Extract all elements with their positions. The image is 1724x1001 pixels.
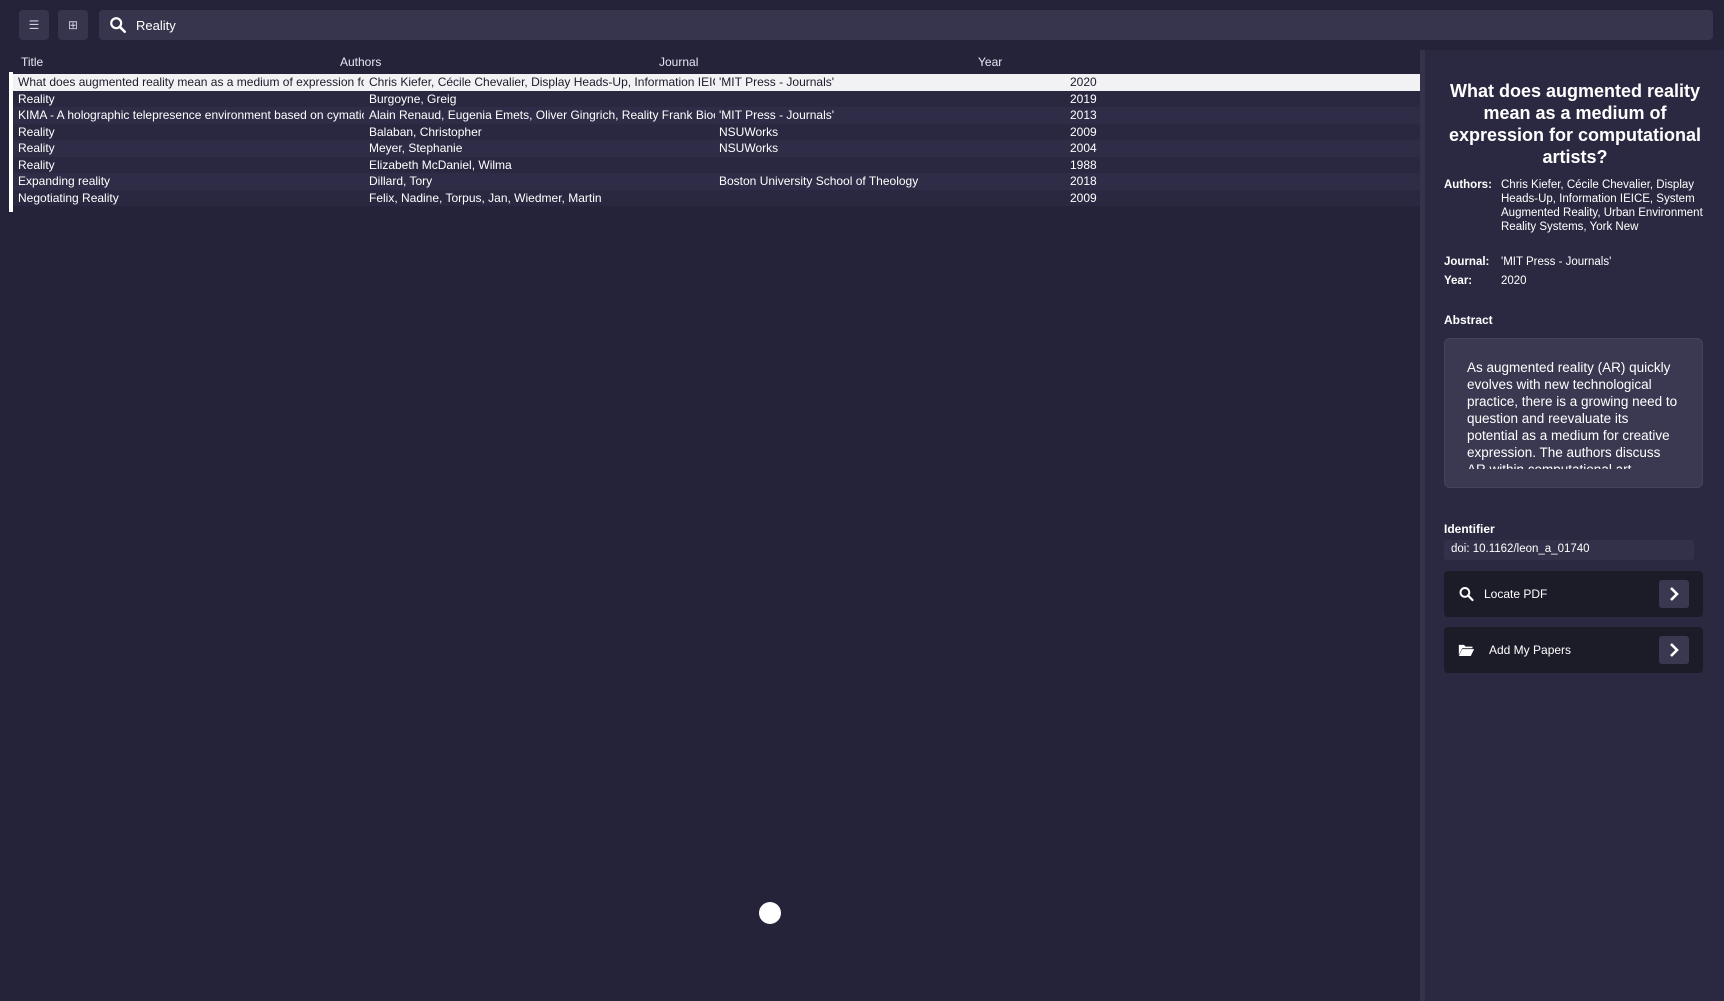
column-header-title[interactable]: Title xyxy=(21,55,43,69)
abstract-box[interactable]: As augmented reality (AR) quickly evolve… xyxy=(1444,338,1703,488)
journal-label: Journal: xyxy=(1444,256,1490,268)
cell-title: Expanding reality xyxy=(18,174,111,188)
search-icon xyxy=(110,17,127,34)
cell-authors: Balaban, Christopher xyxy=(369,124,482,139)
table-body: What does augmented reality mean as a me… xyxy=(13,74,1420,206)
column-header-journal[interactable]: Journal xyxy=(659,55,698,69)
journal-value: 'MIT Press - Journals' xyxy=(1501,256,1612,268)
identifier-label: Identifier xyxy=(1444,522,1495,536)
year-value: 2020 xyxy=(1501,275,1527,287)
chevron-right-icon[interactable] xyxy=(1659,636,1689,664)
cell-journal: NSUWorks xyxy=(719,124,779,139)
folder-open-icon xyxy=(1458,644,1475,656)
table-row[interactable]: Reality Meyer, Stephanie NSUWorks 2004 xyxy=(13,140,1420,157)
cell-year: 2013 xyxy=(1070,108,1097,122)
table-row[interactable]: Reality Balaban, Christopher NSUWorks 20… xyxy=(13,123,1420,140)
authors-label: Authors: xyxy=(1444,179,1492,191)
cell-year: 2009 xyxy=(1070,190,1097,205)
add-my-papers-label: Add My Papers xyxy=(1489,643,1572,657)
top-toolbar: ☰ ⊞ xyxy=(0,0,1724,50)
cell-title: Reality xyxy=(18,124,55,139)
cell-authors: Elizabeth McDaniel, Wilma xyxy=(369,157,512,172)
table-row[interactable]: Reality Elizabeth McDaniel, Wilma 1988 xyxy=(13,156,1420,173)
cell-year: 2018 xyxy=(1070,174,1097,188)
search-icon xyxy=(1459,587,1474,602)
column-header-year[interactable]: Year xyxy=(978,55,1002,69)
search-bar xyxy=(99,10,1713,40)
cursor-indicator xyxy=(759,902,781,924)
year-label: Year: xyxy=(1444,275,1473,287)
cell-year: 2020 xyxy=(1070,75,1097,89)
cell-authors: Chris Kiefer, Cécile Chevalier, Display … xyxy=(369,75,715,89)
cell-journal: 'MIT Press - Journals' xyxy=(719,75,835,89)
results-table: Title Authors Journal Year What does aug… xyxy=(0,50,1420,1001)
cell-journal: Boston University School of Theology xyxy=(719,174,919,188)
cell-title: Reality xyxy=(18,141,55,155)
column-header-authors[interactable]: Authors xyxy=(340,55,381,69)
cell-authors: Dillard, Tory xyxy=(369,174,433,188)
abstract-label: Abstract xyxy=(1444,313,1493,327)
table-row[interactable]: Expanding reality Dillard, Tory Boston U… xyxy=(13,173,1420,190)
chevron-right-icon[interactable] xyxy=(1659,580,1689,608)
table-header: Title Authors Journal Year xyxy=(9,50,1420,72)
table-row[interactable]: Reality Burgoyne, Greig 2019 xyxy=(13,90,1420,107)
cell-year: 2009 xyxy=(1070,124,1097,139)
cell-authors: Burgoyne, Greig xyxy=(369,91,457,106)
cell-authors: Meyer, Stephanie xyxy=(369,141,463,155)
abstract-text: As augmented reality (AR) quickly evolve… xyxy=(1467,360,1678,469)
locate-pdf-label: Locate PDF xyxy=(1484,587,1548,601)
table-row[interactable]: What does augmented reality mean as a me… xyxy=(13,74,1420,91)
cell-title: KIMA - A holographic telepresence enviro… xyxy=(18,108,364,122)
cell-title: Reality xyxy=(18,91,55,106)
paper-title: What does augmented reality mean as a me… xyxy=(1448,81,1702,167)
cell-journal: NSUWorks xyxy=(719,141,779,155)
locate-pdf-button[interactable]: Locate PDF xyxy=(1444,571,1703,617)
cell-title: Negotiating Reality xyxy=(18,190,119,205)
identifier-value[interactable]: doi: 10.1162/leon_a_01740 xyxy=(1444,540,1694,560)
grid-view-icon[interactable]: ⊞ xyxy=(58,10,88,40)
cell-year: 2004 xyxy=(1070,141,1097,155)
cell-authors: Felix, Nadine, Torpus, Jan, Wiedmer, Mar… xyxy=(369,190,602,205)
cell-title: What does augmented reality mean as a me… xyxy=(18,75,364,89)
cell-authors: Alain Renaud, Eugenia Emets, Oliver Ging… xyxy=(369,108,715,122)
cell-title: Reality xyxy=(18,157,55,172)
paper-detail-panel: What does augmented reality mean as a me… xyxy=(1425,50,1724,1001)
authors-value: Chris Kiefer, Cécile Chevalier, Display … xyxy=(1501,179,1703,233)
cell-year: 2019 xyxy=(1070,91,1097,106)
table-row[interactable]: KIMA - A holographic telepresence enviro… xyxy=(13,107,1420,124)
cell-journal: 'MIT Press - Journals' xyxy=(719,108,835,122)
add-my-papers-button[interactable]: Add My Papers xyxy=(1444,627,1703,673)
search-input[interactable] xyxy=(136,17,1636,33)
cell-year: 1988 xyxy=(1070,157,1097,172)
menu-icon[interactable]: ☰ xyxy=(19,10,49,40)
table-row[interactable]: Negotiating Reality Felix, Nadine, Torpu… xyxy=(13,189,1420,206)
